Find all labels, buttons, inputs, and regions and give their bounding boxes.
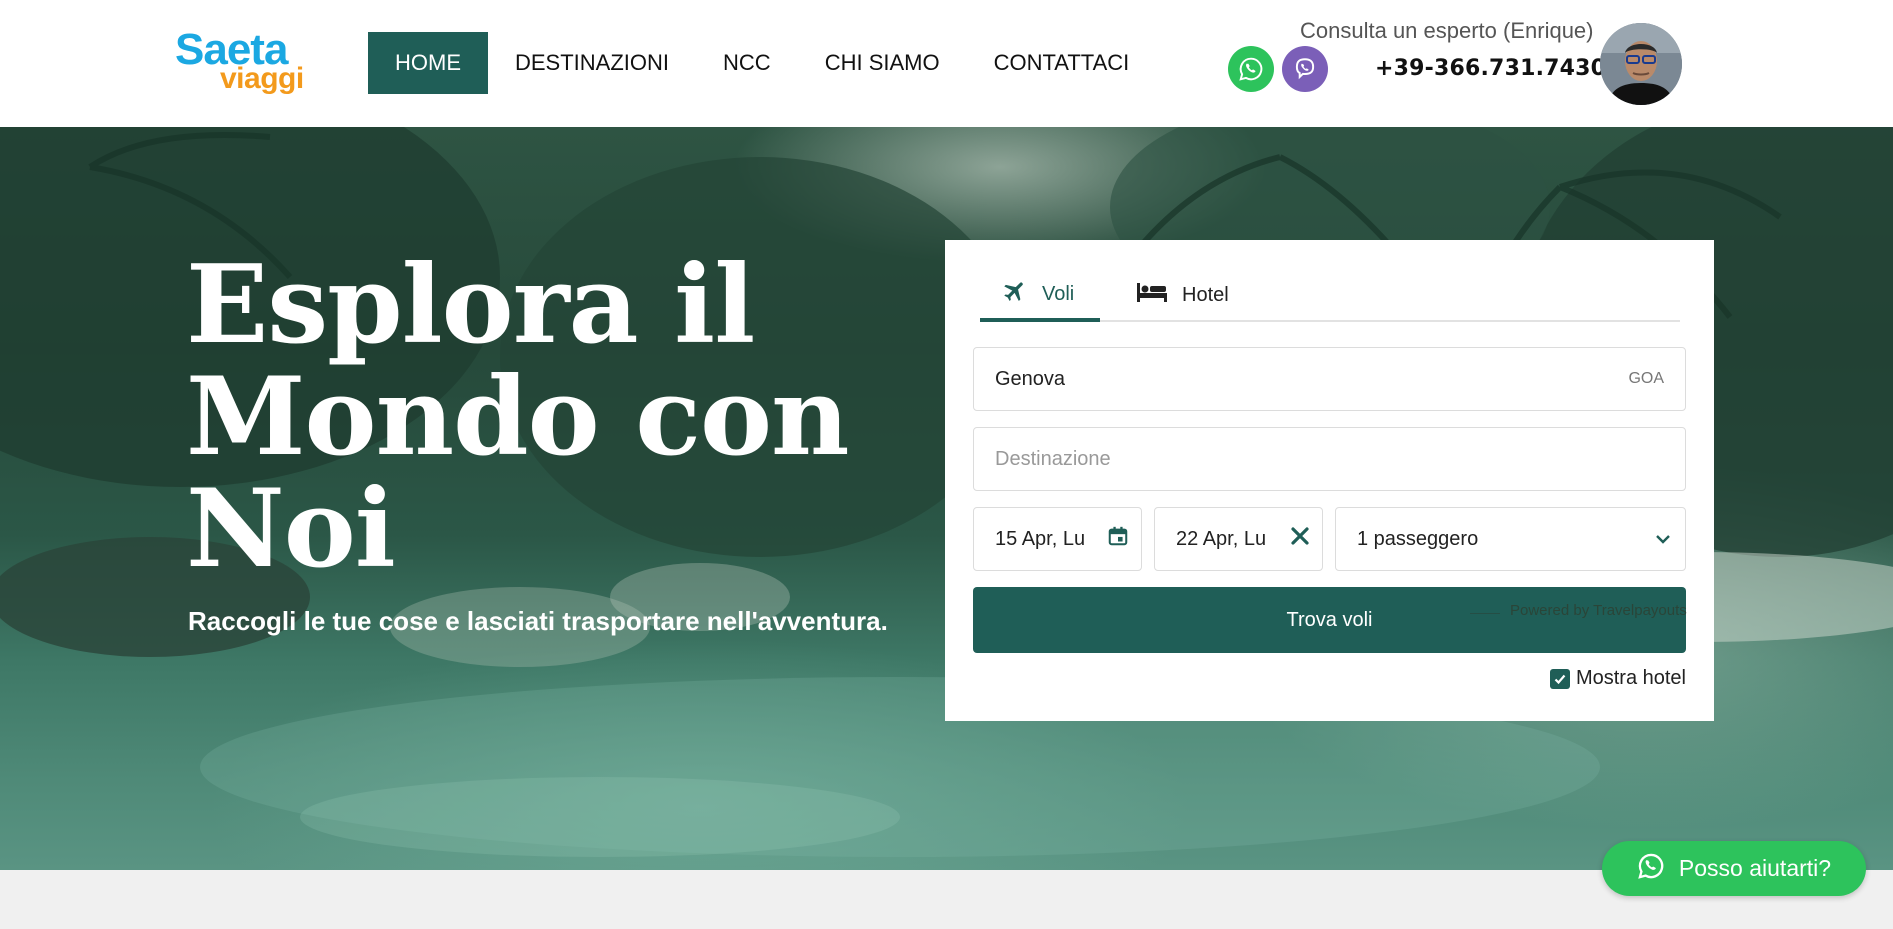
origin-field[interactable]: Genova GOA: [973, 347, 1686, 411]
powered-by-text[interactable]: Powered by Travelpayouts: [1510, 602, 1687, 619]
logo-text-viaggi: viaggi: [220, 62, 304, 95]
show-hotels-option[interactable]: Mostra hotel: [1549, 667, 1686, 690]
viber-icon[interactable]: [1282, 46, 1328, 92]
chevron-down-icon: [1655, 528, 1671, 551]
powered-divider: [1470, 613, 1500, 614]
tab-voli-label: Voli: [1042, 282, 1075, 305]
search-tabs: Voli Hotel: [980, 270, 1680, 322]
depart-date-value: 15 Apr, Lu: [995, 527, 1086, 550]
passengers-select[interactable]: 1 passeggero: [1335, 507, 1686, 571]
bed-icon: [1136, 280, 1168, 310]
logo[interactable]: Saeta viaggi: [175, 28, 325, 98]
return-date-value: 22 Apr, Lu: [1176, 527, 1267, 550]
destination-field[interactable]: Destinazione: [973, 427, 1686, 491]
whatsapp-help-button[interactable]: Posso aiutarti?: [1602, 841, 1866, 896]
hero-title: Esplora il Mondo con Noi: [186, 242, 850, 592]
origin-value: Genova: [995, 367, 1066, 390]
tab-hotel[interactable]: Hotel: [1136, 270, 1229, 320]
nav-ncc[interactable]: NCC: [696, 32, 798, 94]
passengers-value: 1 passeggero: [1357, 527, 1479, 550]
hero-subtitle: Raccogli le tue cose e lasciati trasport…: [188, 606, 888, 636]
nav-contattaci[interactable]: CONTATTACI: [967, 32, 1157, 94]
whatsapp-icon: [1637, 852, 1665, 886]
help-label: Posso aiutarti?: [1678, 855, 1832, 881]
tab-voli[interactable]: Voli: [980, 270, 1100, 322]
site-header: Saeta viaggi HOME DESTINAZIONI NCC CHI S…: [0, 0, 1893, 127]
calendar-icon[interactable]: [1107, 525, 1129, 553]
nav-home[interactable]: HOME: [368, 32, 488, 94]
find-flights-button[interactable]: Trova voli: [973, 587, 1686, 653]
avatar: [1600, 23, 1682, 105]
flight-search-widget: Voli Hotel Genova GOA Destinazione 15 Ap…: [945, 240, 1714, 721]
tab-hotel-label: Hotel: [1182, 283, 1229, 306]
origin-code: GOA: [1628, 370, 1664, 387]
expert-label: Consulta un esperto (Enrique): [1300, 18, 1594, 43]
phone-number[interactable]: +39-366.731.7430: [1375, 56, 1606, 81]
plane-icon: [1002, 278, 1028, 310]
return-date-field[interactable]: 22 Apr, Lu: [1154, 507, 1323, 571]
close-icon[interactable]: [1290, 526, 1310, 552]
depart-date-field[interactable]: 15 Apr, Lu: [973, 507, 1142, 571]
show-hotels-checkbox[interactable]: [1549, 668, 1570, 689]
show-hotels-label: Mostra hotel: [1575, 667, 1686, 689]
destination-placeholder: Destinazione: [995, 447, 1111, 470]
whatsapp-icon[interactable]: [1228, 46, 1274, 92]
nav-chi-siamo[interactable]: CHI SIAMO: [798, 32, 967, 94]
nav-destinazioni[interactable]: DESTINAZIONI: [488, 32, 696, 94]
main-nav: HOME DESTINAZIONI NCC CHI SIAMO CONTATTA…: [368, 32, 1156, 94]
